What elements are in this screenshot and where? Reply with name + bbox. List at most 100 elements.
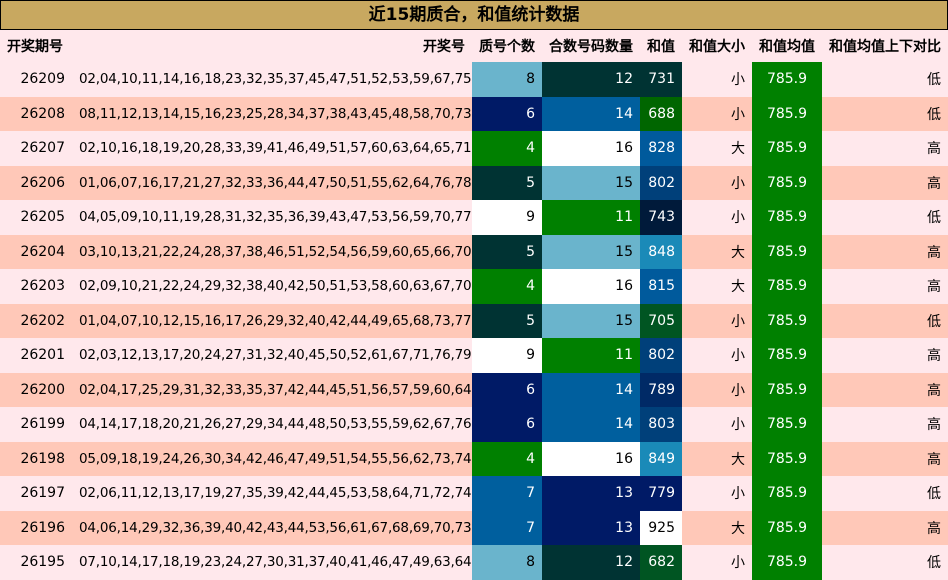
cell-composite-count: 12 [542,62,640,97]
cell-avg-compare: 高 [927,348,941,365]
cell-numbers: 02,06,11,12,13,17,19,27,35,39,42,44,45,5… [79,485,472,502]
cell-avg-compare: 高 [927,279,941,296]
header-composite-count: 合数号码数量 [549,39,633,55]
cell-period: 26200 [20,381,65,398]
header-sum: 和值 [647,39,675,55]
header-row: 开奖期号 开奖号 质号个数 合数号码数量 和值 和值大小 和值均值 和值均值上下… [0,30,948,62]
cell-composite-count: 13 [542,476,640,511]
cell-period: 26204 [20,243,65,260]
cell-sum-avg: 785.9 [752,510,822,545]
cell-period: 26205 [20,209,65,226]
cell-sum-avg: 785.9 [752,269,822,304]
cell-composite-count: 14 [542,372,640,407]
cell-prime-count: 4 [472,269,542,304]
table-row: 26199 04,14,17,18,20,21,26,27,29,34,44,48… [0,407,948,442]
cell-sum-avg: 785.9 [752,303,822,338]
cell-sum-avg: 785.9 [752,131,822,166]
table-row: 26204 03,10,13,21,22,24,28,37,38,46,51,52… [0,234,948,269]
cell-period: 26209 [20,71,65,88]
cell-composite-count: 11 [542,200,640,235]
table-row: 26200 02,04,17,25,29,31,32,33,35,37,42,44… [0,372,948,407]
cell-sum-avg: 785.9 [752,372,822,407]
cell-prime-count: 6 [472,96,542,131]
cell-sum-avg: 785.9 [752,62,822,97]
cell-sum-avg: 785.9 [752,234,822,269]
cell-avg-compare: 低 [927,210,941,227]
cell-prime-count: 5 [472,303,542,338]
cell-sum-size: 小 [731,313,745,330]
cell-avg-compare: 低 [927,72,941,89]
cell-sum-avg: 785.9 [752,476,822,511]
cell-period: 26201 [20,347,65,364]
cell-numbers: 01,04,07,10,12,15,16,17,26,29,32,40,42,4… [79,312,472,329]
cell-sum-size: 小 [731,348,745,365]
table-row: 26196 04,06,14,29,32,36,39,40,42,43,44,53… [0,510,948,545]
cell-period: 26199 [20,416,65,433]
table-row: 26205 04,05,09,10,11,19,28,31,32,35,36,39… [0,200,948,235]
cell-numbers: 04,05,09,10,11,19,28,31,32,35,36,39,43,4… [79,209,472,226]
cell-composite-count: 15 [542,234,640,269]
cell-avg-compare: 高 [927,141,941,158]
cell-numbers: 02,04,10,11,14,16,18,23,32,35,37,45,47,5… [79,71,472,88]
table-row: 26207 02,10,16,18,19,20,28,33,39,41,46,49… [0,131,948,166]
cell-sum-size: 大 [731,520,745,537]
cell-prime-count: 7 [472,476,542,511]
cell-avg-compare: 高 [927,520,941,537]
cell-sum-size: 小 [731,417,745,434]
table-row: 26195 07,10,14,17,18,19,23,24,27,30,31,37… [0,545,948,580]
cell-sum-size: 小 [731,106,745,123]
cell-numbers: 04,14,17,18,20,21,26,27,29,34,44,48,50,5… [79,416,472,433]
table-title: 近15期质合，和值统计数据 [0,0,948,30]
cell-sum: 815 [640,269,682,304]
cell-sum: 688 [640,96,682,131]
cell-sum: 828 [640,131,682,166]
table-row: 26198 05,09,18,19,24,26,30,34,42,46,47,49… [0,441,948,476]
cell-sum: 789 [640,372,682,407]
cell-avg-compare: 高 [927,244,941,261]
cell-composite-count: 16 [542,131,640,166]
cell-numbers: 02,03,12,13,17,20,24,27,31,32,40,45,50,5… [79,347,472,364]
header-sum-size: 和值大小 [689,39,745,55]
cell-avg-compare: 低 [927,313,941,330]
cell-avg-compare: 高 [927,382,941,399]
table-row: 26203 02,09,10,21,22,24,29,32,38,40,42,50… [0,269,948,304]
cell-composite-count: 15 [542,303,640,338]
table-row: 26209 02,04,10,11,14,16,18,23,32,35,37,45… [0,62,948,97]
cell-prime-count: 6 [472,372,542,407]
cell-sum-avg: 785.9 [752,96,822,131]
cell-sum: 803 [640,407,682,442]
cell-sum: 743 [640,200,682,235]
cell-numbers: 05,09,18,19,24,26,30,34,42,46,47,49,51,5… [79,450,472,467]
cell-sum-avg: 785.9 [752,545,822,580]
cell-composite-count: 14 [542,407,640,442]
cell-sum-size: 小 [731,210,745,227]
cell-composite-count: 13 [542,510,640,545]
cell-period: 26206 [20,174,65,191]
header-sum-avg: 和值均值 [759,39,815,55]
stats-table: 开奖期号 开奖号 质号个数 合数号码数量 和值 和值大小 和值均值 和值均值上下… [0,30,948,580]
table-row: 26201 02,03,12,13,17,20,24,27,31,32,40,45… [0,338,948,373]
cell-sum: 802 [640,165,682,200]
cell-composite-count: 14 [542,96,640,131]
cell-period: 26207 [20,140,65,157]
table-row: 26206 01,06,07,16,17,21,27,32,33,36,44,47… [0,165,948,200]
header-numbers: 开奖号 [423,39,465,55]
table-body: 26209 02,04,10,11,14,16,18,23,32,35,37,45… [0,62,948,580]
cell-prime-count: 5 [472,165,542,200]
cell-sum: 682 [640,545,682,580]
cell-numbers: 02,10,16,18,19,20,28,33,39,41,46,49,51,5… [79,140,472,157]
cell-avg-compare: 低 [927,486,941,503]
cell-sum-size: 大 [731,451,745,468]
cell-period: 26202 [20,312,65,329]
cell-sum: 848 [640,234,682,269]
cell-sum: 705 [640,303,682,338]
cell-sum: 779 [640,476,682,511]
cell-numbers: 04,06,14,29,32,36,39,40,42,43,44,53,56,6… [79,519,472,536]
cell-period: 26208 [20,105,65,122]
cell-prime-count: 4 [472,441,542,476]
cell-sum-avg: 785.9 [752,165,822,200]
cell-period: 26203 [20,278,65,295]
cell-prime-count: 8 [472,62,542,97]
cell-prime-count: 7 [472,510,542,545]
cell-sum-size: 小 [731,72,745,89]
